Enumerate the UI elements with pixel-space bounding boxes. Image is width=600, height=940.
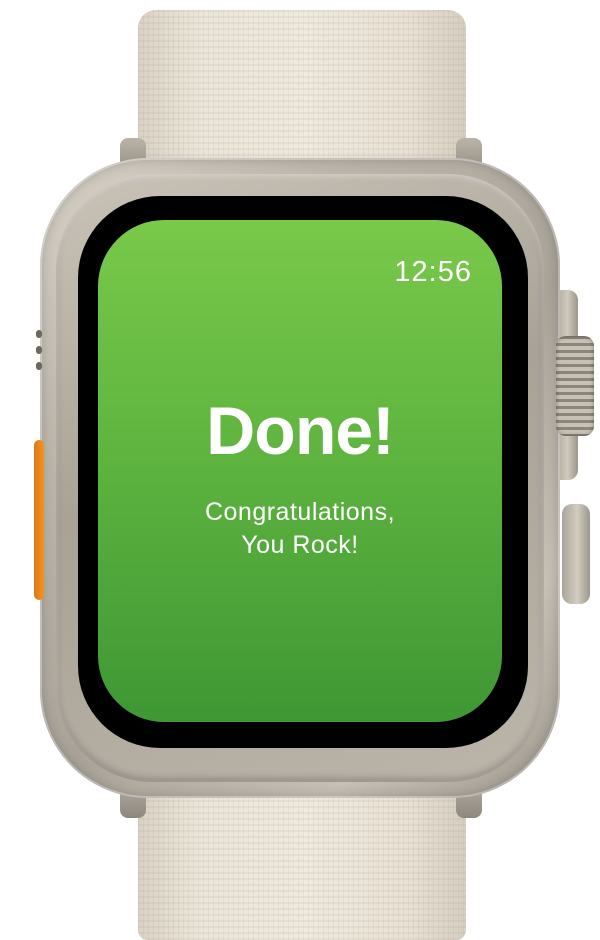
message-line-1: Congratulations, — [204, 498, 396, 526]
congratulations-message: Congratulations, You Rock! — [98, 496, 502, 562]
watch-screen[interactable]: 12:56 Done! Congratulations, You Rock! — [98, 220, 502, 722]
apple-watch-mockup: 12:56 Done! Congratulations, You Rock! — [0, 0, 600, 940]
speaker-slots — [36, 330, 44, 390]
status-time: 12:56 — [394, 256, 472, 288]
done-title: Done! — [206, 393, 395, 469]
digital-crown-icon[interactable] — [556, 336, 594, 436]
action-button[interactable] — [34, 440, 44, 600]
message-line-2: You Rock! — [241, 531, 359, 559]
side-button[interactable] — [562, 504, 590, 604]
